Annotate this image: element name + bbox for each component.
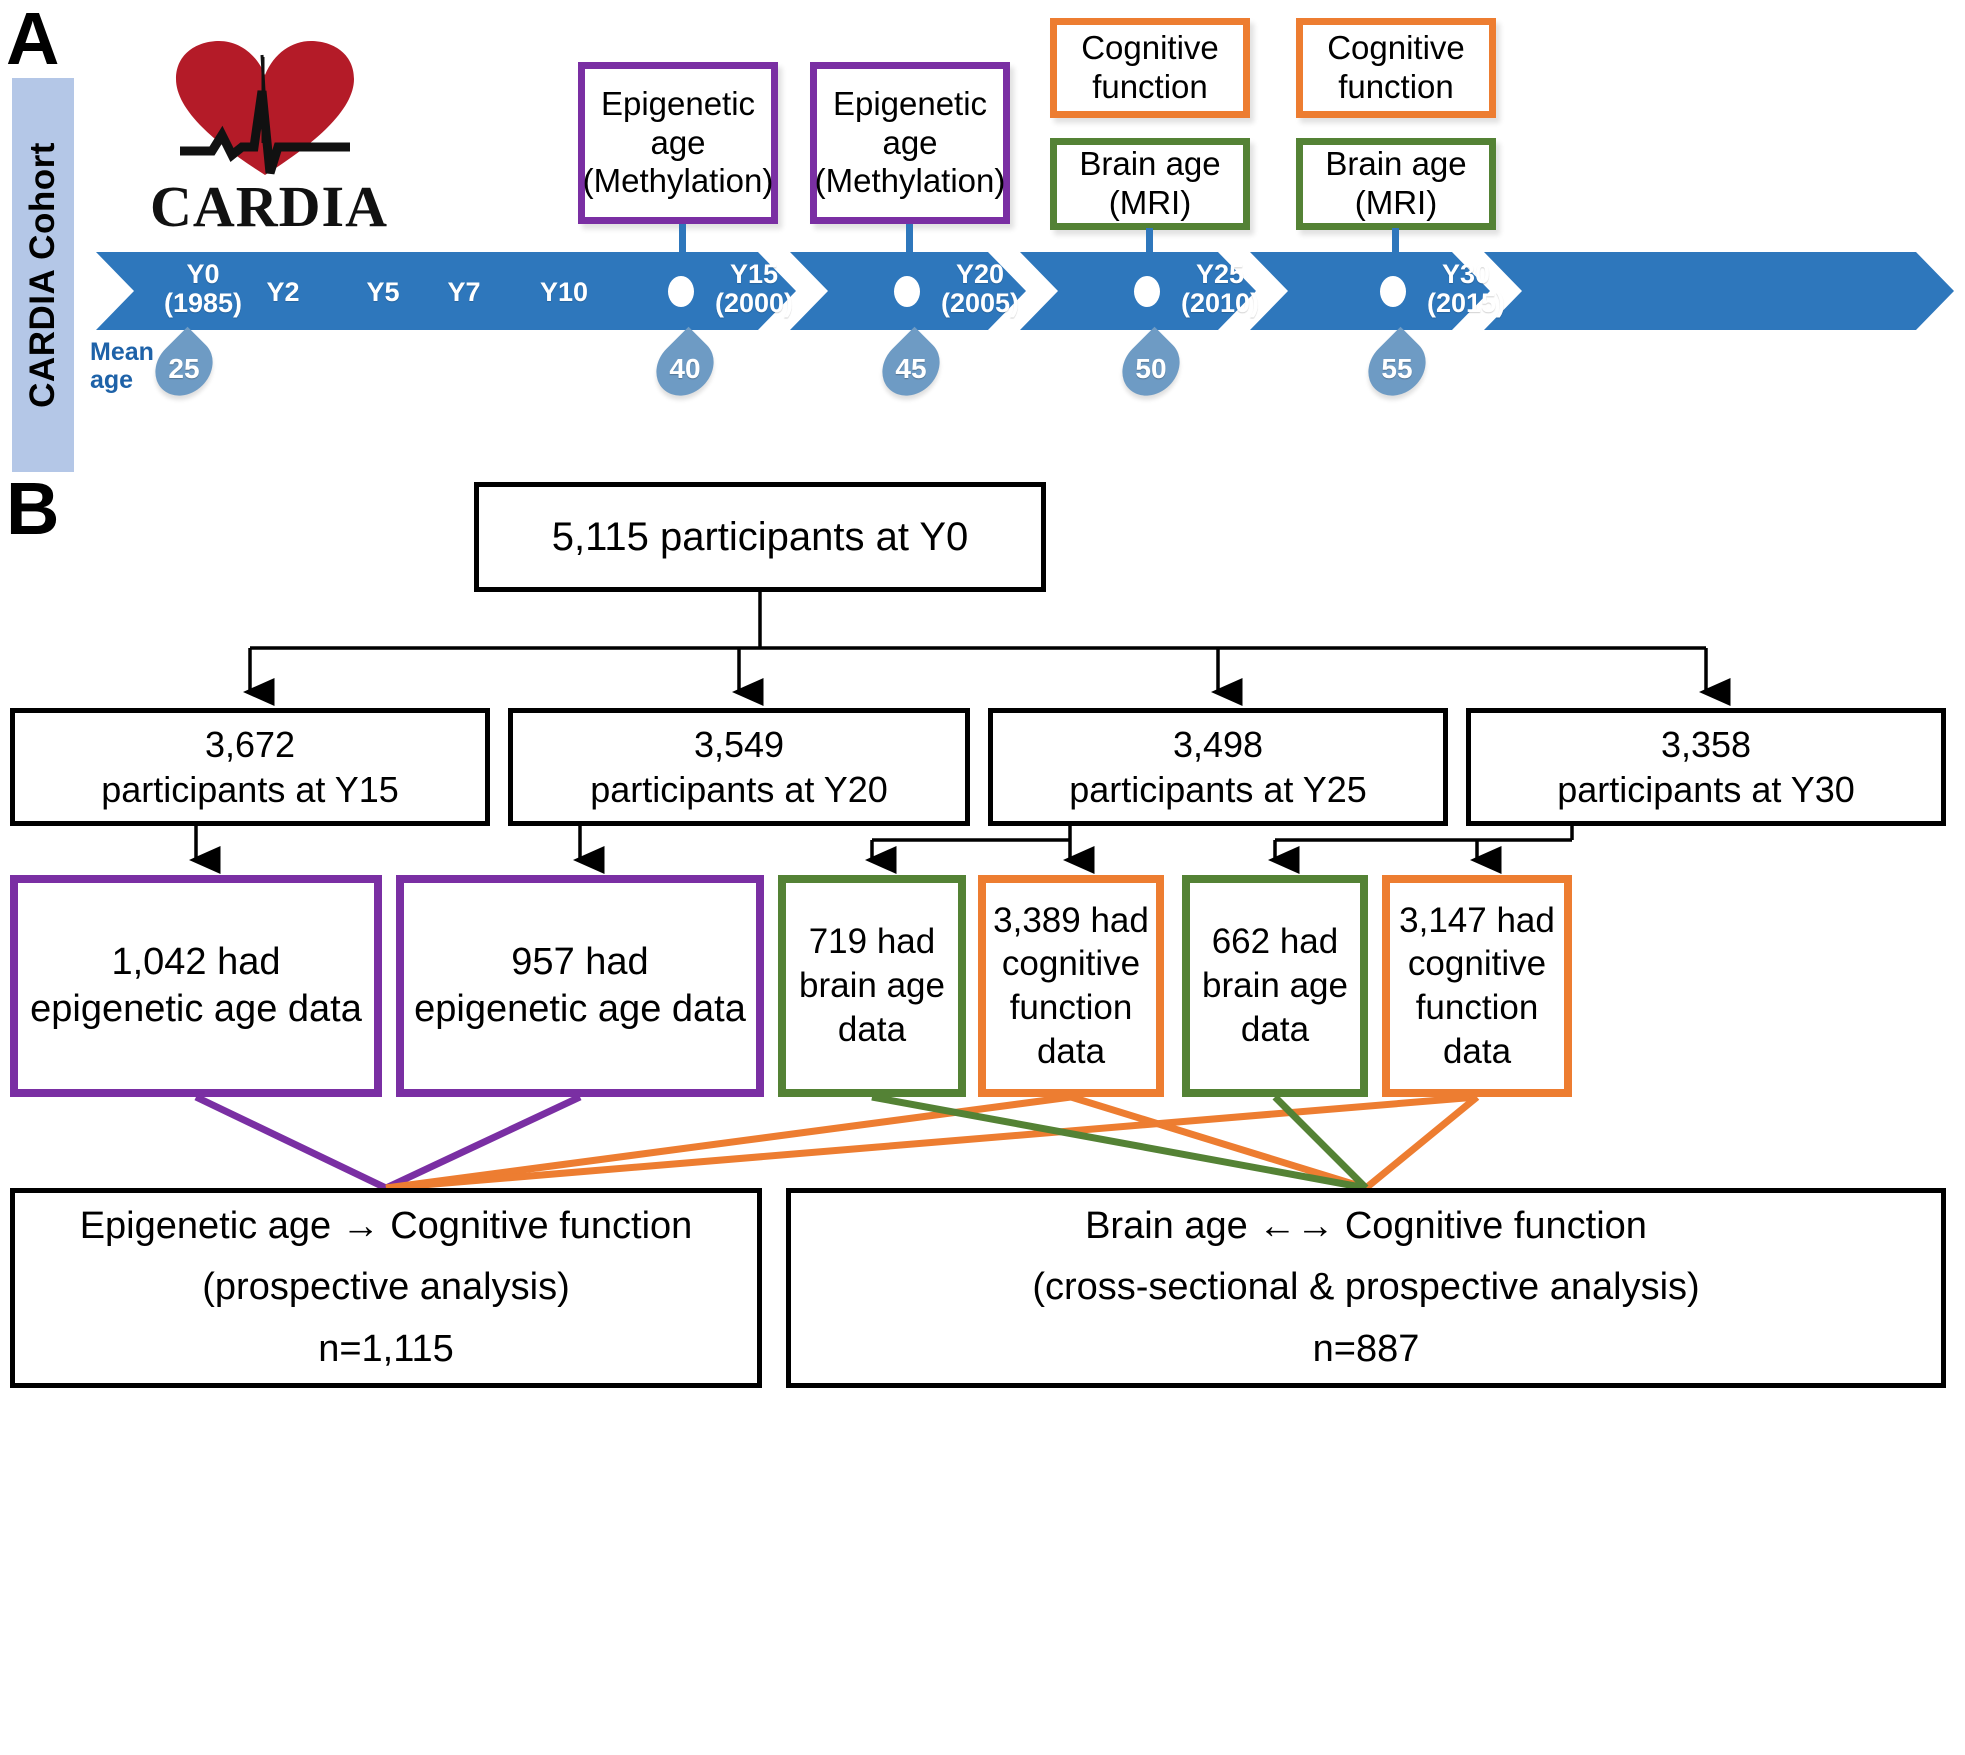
flow-box-cohort-y15: 3,672 participants at Y15 [10,708,490,826]
timeline-tick-y2: Y2 [266,277,300,307]
measure-box-line1: Epigenetic age [832,84,988,161]
panel-a: A CARDIA Cohort CARDIA Epigenetic age (M… [0,0,1965,472]
panel-a-label: A [6,0,60,80]
measure-box-line1: Cognitive [1327,29,1465,67]
flow-box-cognitive-data-y25: 3,389 had cognitive function data [978,875,1164,1097]
measure-box-line1: Brain age [1079,145,1221,183]
mean-age-drop-y20: 45 [870,326,952,408]
flow-box-cohort-y20: 3,549 participants at Y20 [508,708,970,826]
timeline-tick-y20: Y20 (2005) [940,259,1020,319]
flow-box-epigenetic-data-y15: 1,042 had epigenetic age data [10,875,382,1097]
timeline-tick-y5: Y5 [366,277,400,307]
timeline-dot-y30 [1380,276,1406,307]
cardia-wordmark: CARDIA [150,174,388,239]
timeline-dot-y20 [894,276,920,307]
flow-box-cohort-y30: 3,358 participants at Y30 [1466,708,1946,826]
measure-box-brain-y25: Brain age (MRI) [1050,138,1250,230]
panel-b: B 5,115 participants at Y0 3,672 partici… [0,440,1965,1755]
cohort-sidebar-label: CARDIA Cohort [23,142,62,408]
measure-box-epigenetic-y20: Epigenetic age (Methylation) [810,62,1010,224]
measure-box-line2: (Methylation) [582,162,774,200]
study-timeline: Y0 (1985) Y2 Y5 Y7 Y10 Y15 (2000) Y20 (2… [96,252,1954,330]
timeline-tick-y15: Y15 (2000) [714,259,794,319]
flow-box-epigenetic-data-y20: 957 had epigenetic age data [396,875,764,1097]
measure-box-line1: Cognitive [1081,29,1219,67]
measure-box-line2: (MRI) [1108,184,1192,221]
flow-box-total-participants: 5,115 participants at Y0 [474,482,1046,592]
flow-box-cognitive-data-y30: 3,147 had cognitive function data [1382,875,1572,1097]
timeline-tick-y25: Y25 (2010) [1180,259,1260,319]
measure-box-brain-y30: Brain age (MRI) [1296,138,1496,230]
measure-box-line2: (Methylation) [814,162,1006,200]
analysis-subtitle: (prospective analysis) [202,1266,570,1309]
measure-box-line2: function [1338,68,1454,105]
cardia-logo: CARDIA [150,35,388,240]
analysis-subtitle: (cross-sectional & prospective analysis) [1032,1266,1700,1309]
mean-age-drop-y15: 40 [644,326,726,408]
mean-age-drop-y25: 50 [1110,326,1192,408]
analysis-title: Epigenetic age → Cognitive function [79,1204,693,1247]
measure-box-line2: (MRI) [1354,184,1438,221]
mean-age-drop-y30: 55 [1356,326,1438,408]
flow-box-analysis-brain: Brain age ←→ Cognitive function (cross-s… [786,1188,1946,1388]
measure-box-line1: Epigenetic age [600,84,756,161]
cohort-sidebar-banner: CARDIA Cohort [12,78,74,472]
measure-box-cognitive-y30: Cognitive function [1296,18,1496,118]
timeline-dot-y25 [1134,276,1160,307]
flow-box-analysis-epigenetic: Epigenetic age → Cognitive function (pro… [10,1188,762,1388]
analysis-title: Brain age ←→ Cognitive function [1085,1204,1647,1247]
timeline-tick-y0: Y0 (1985) [163,259,243,319]
measure-box-line1: Brain age [1325,145,1467,183]
timeline-tick-y10: Y10 [539,277,589,307]
heart-ecg-icon [176,41,354,175]
timeline-tick-y7: Y7 [447,277,481,307]
flow-box-cohort-y25: 3,498 participants at Y25 [988,708,1448,826]
measure-box-line2: function [1092,68,1208,105]
flow-box-brain-data-y25: 719 had brain age data [778,875,966,1097]
flow-box-brain-data-y30: 662 had brain age data [1182,875,1368,1097]
measure-box-epigenetic-y15: Epigenetic age (Methylation) [578,62,778,224]
measure-box-cognitive-y25: Cognitive function [1050,18,1250,118]
timeline-segment-5 [1484,252,1954,330]
analysis-n: n=887 [1312,1327,1420,1370]
flowchart-connectors [189,592,1731,1192]
timeline-dot-y15 [668,276,694,307]
timeline-tick-y30: Y30 (2015) [1426,259,1506,319]
analysis-n: n=1,115 [318,1327,454,1370]
